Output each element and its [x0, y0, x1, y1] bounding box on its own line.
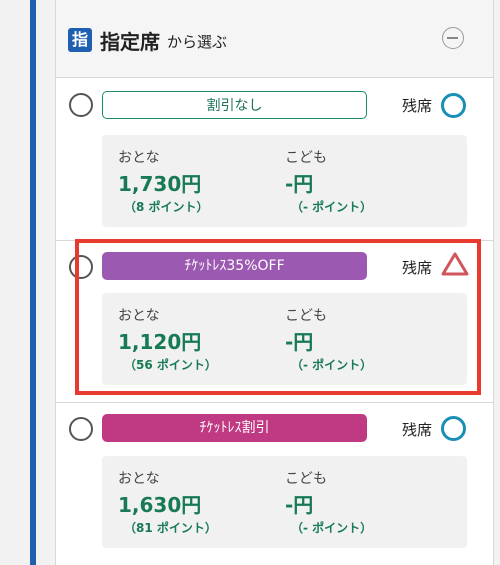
adult-price: 1,730円: [118, 172, 202, 196]
adult-label: おとな: [118, 471, 160, 487]
child-price: -円: [285, 493, 314, 517]
seats-remaining-label: 残席: [402, 97, 433, 115]
minus-circle-icon[interactable]: [442, 27, 464, 49]
fare-radio-button[interactable]: [69, 255, 93, 279]
header-subtitle: から選ぶ: [167, 33, 228, 51]
child-price: -円: [285, 172, 314, 196]
fare-option-no-discount[interactable]: 割引なし 残席 おとな 1,730円 （8 ポイント） こども -円 （- ポイ…: [56, 79, 493, 241]
adult-label: おとな: [118, 150, 160, 166]
reserved-seat-header[interactable]: 指 指定席 から選ぶ: [56, 0, 493, 78]
header-title: 指定席: [100, 30, 160, 54]
fare-radio-button[interactable]: [69, 417, 93, 441]
child-points: （- ポイント）: [291, 521, 373, 535]
reserved-seat-badge: 指: [68, 28, 92, 52]
availability-circle-icon: [441, 416, 466, 441]
child-points: （- ポイント）: [291, 200, 373, 214]
fare-radio-button[interactable]: [69, 93, 93, 117]
seat-selection-card: 指 指定席 から選ぶ 割引なし 残席 おとな 1,730円 （8 ポイント） こ…: [55, 0, 494, 565]
left-accent-bar: [30, 0, 36, 565]
child-label: こども: [285, 150, 327, 166]
adult-points: （81 ポイント）: [124, 521, 217, 535]
availability-circle-icon: [441, 93, 466, 118]
fare-label: ﾁｹｯﾄﾚｽ35%OFF: [102, 252, 367, 280]
price-box: おとな 1,120円 （56 ポイント） こども -円 （- ポイント）: [102, 293, 467, 385]
fare-option-ticketless-discount[interactable]: ﾁｹｯﾄﾚｽ割引 残席 おとな 1,630円 （81 ポイント） こども -円 …: [56, 403, 493, 565]
availability-triangle-icon: [441, 252, 469, 276]
fare-option-ticketless-35-off[interactable]: ﾁｹｯﾄﾚｽ35%OFF 残席 おとな 1,120円 （56 ポイント） こども…: [56, 241, 493, 403]
adult-price: 1,630円: [118, 493, 202, 517]
child-price: -円: [285, 330, 314, 354]
adult-price: 1,120円: [118, 330, 202, 354]
adult-points: （56 ポイント）: [124, 358, 217, 372]
price-box: おとな 1,730円 （8 ポイント） こども -円 （- ポイント）: [102, 135, 467, 227]
seats-remaining-label: 残席: [402, 421, 433, 439]
adult-label: おとな: [118, 308, 160, 324]
child-points: （- ポイント）: [291, 358, 373, 372]
fare-label: 割引なし: [102, 91, 367, 119]
adult-points: （8 ポイント）: [124, 200, 209, 214]
child-label: こども: [285, 471, 327, 487]
child-label: こども: [285, 308, 327, 324]
price-box: おとな 1,630円 （81 ポイント） こども -円 （- ポイント）: [102, 456, 467, 548]
fare-label: ﾁｹｯﾄﾚｽ割引: [102, 414, 367, 442]
seats-remaining-label: 残席: [402, 259, 433, 277]
